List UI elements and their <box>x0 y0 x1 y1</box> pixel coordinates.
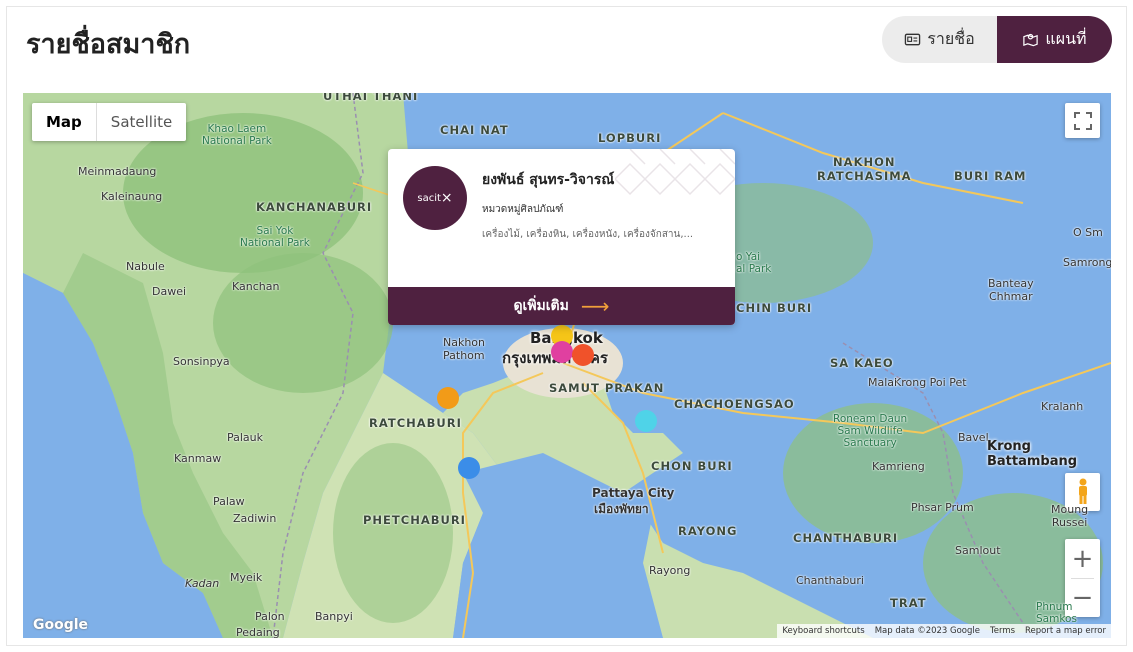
label-kaleinaung: Kaleinaung <box>101 190 163 203</box>
id-card-icon <box>905 33 921 46</box>
zoom-divider <box>1071 578 1094 579</box>
popup-pattern <box>615 149 735 196</box>
label-ratchaburi: RATCHABURI <box>369 416 462 430</box>
pegman-icon <box>1078 478 1087 504</box>
label-malai: Malai <box>868 376 898 389</box>
avatar-logo-text: sacit <box>417 192 441 204</box>
arrow-right-icon: ⟶ <box>580 294 610 318</box>
map-type-control: Map Satellite <box>32 103 187 141</box>
label-rayong-town: Rayong <box>649 564 691 577</box>
label-sa-kaeo: SA KAEO <box>830 356 894 370</box>
zoom-in-button[interactable]: + <box>1065 539 1100 578</box>
keyboard-shortcuts-link[interactable]: Keyboard shortcuts <box>782 626 864 636</box>
page-title: รายชื่อสมาชิก <box>26 29 191 60</box>
marker-pink[interactable] <box>551 341 573 363</box>
label-o-sm: O Sm <box>1073 226 1103 239</box>
marker-cyan[interactable] <box>635 410 657 432</box>
member-popup: sacit ⨯ ยงพันธ์ สุนทร-วิจารณ์ หมวดหมู่ศิล… <box>388 149 735 325</box>
label-myeik: Myeik <box>230 571 263 584</box>
map-data-text: Map data ©2023 Google <box>874 626 980 636</box>
marker-red[interactable] <box>572 344 594 366</box>
see-more-button[interactable]: ดูเพิ่มเติม ⟶ <box>388 287 735 325</box>
label-khao-laem: Khao Laem National Park <box>202 123 272 147</box>
map-type-satellite-button[interactable]: Satellite <box>97 103 186 141</box>
label-sonsinpya: Sonsinpya <box>173 355 230 368</box>
label-meinmadaung: Meinmadaung <box>78 165 157 178</box>
label-kralanh: Kralanh <box>1041 400 1084 413</box>
label-dawei: Dawei <box>152 285 187 298</box>
label-chanthaburi: CHANTHABURI <box>793 531 899 545</box>
label-zadiwin: Zadiwin <box>233 512 277 525</box>
label-pattaya-thai: เมืองพัทยา <box>594 502 649 516</box>
label-buri-ram: BURI RAM <box>954 169 1027 183</box>
map-attribution: Keyboard shortcuts Map data ©2023 Google… <box>777 624 1111 638</box>
avatar-logo-mark: ⨯ <box>440 190 453 206</box>
label-kamrieng: Kamrieng <box>872 460 925 473</box>
label-chai-nat: CHAI NAT <box>440 123 509 137</box>
member-items: เครื่องไม้, เครื่องหิน, เครื่องหนัง, เคร… <box>482 229 694 240</box>
map-icon <box>1023 33 1039 47</box>
label-nakhon-pathom: Nakhon Pathom <box>443 336 486 362</box>
map-type-map-button[interactable]: Map <box>32 103 97 141</box>
map-canvas[interactable]: Map Satellite + − UTHAI THANI CHAI NAT L… <box>23 93 1111 638</box>
see-more-label: ดูเพิ่มเติม <box>513 298 569 314</box>
label-roneam-daun-sam: Roneam Daun Sam Wildlife Sanctuary <box>833 413 908 449</box>
label-samlout: Samlout <box>955 544 1001 557</box>
label-samrong: Samrong <box>1063 256 1111 269</box>
label-moung-russei: Moung Russei <box>1051 503 1089 529</box>
map-view-label: แผนที่ <box>1045 29 1087 48</box>
label-kanchan: Kanchan <box>232 280 280 293</box>
member-name: ยงพันธ์ สุนทร-วิจารณ์ <box>482 172 615 188</box>
marker-orange[interactable] <box>437 387 459 409</box>
label-krong-poi-pet: Krong Poi Pet <box>894 376 967 389</box>
label-banteay-chhmar: Banteay Chhmar <box>988 277 1034 303</box>
label-kanmaw: Kanmaw <box>174 452 222 465</box>
google-logo: Google <box>33 617 89 633</box>
fullscreen-button[interactable] <box>1065 103 1100 138</box>
label-palauk: Palauk <box>227 431 264 444</box>
view-toggle: รายชื่อ แผนที่ <box>882 16 1112 63</box>
label-nabule: Nabule <box>126 260 165 273</box>
label-krong-battambang: Krong Battambang <box>987 439 1078 469</box>
label-kadan: Kadan <box>185 577 220 590</box>
label-palaw: Palaw <box>213 495 245 508</box>
list-view-button[interactable]: รายชื่อ <box>882 16 997 63</box>
label-rayong: RAYONG <box>678 524 738 538</box>
label-kanchanaburi: KANCHANABURI <box>256 200 373 214</box>
label-banpyi: Banpyi <box>315 610 353 623</box>
member-category: หมวดหมู่ศิลปภัณฑ์ <box>482 204 564 215</box>
label-nakhon-ratchasima: NAKHON RATCHASIMA <box>817 155 912 183</box>
label-phsar-prum: Phsar Prum <box>911 501 974 514</box>
label-bavel: Bavel <box>958 431 989 444</box>
report-error-link[interactable]: Report a map error <box>1025 626 1106 636</box>
label-pattaya: Pattaya City <box>592 486 675 500</box>
label-sai-yok: Sai Yok National Park <box>240 225 310 249</box>
label-palon: Palon <box>255 610 285 623</box>
label-phnum-samkos: Phnum Samkos <box>1036 601 1077 625</box>
terms-link[interactable]: Terms <box>990 626 1015 636</box>
label-chachoengsao: CHACHOENGSAO <box>674 397 795 411</box>
label-phetchaburi: PHETCHABURI <box>363 513 466 527</box>
label-chon-buri: CHON BURI <box>651 459 733 473</box>
label-uthai-thani: UTHAI THANI <box>323 93 419 103</box>
label-chanthaburi-town: Chanthaburi <box>796 574 864 587</box>
label-trat: TRAT <box>890 596 927 610</box>
label-prachin-buri: CHIN BURI <box>736 301 813 315</box>
member-avatar: sacit ⨯ <box>403 166 467 230</box>
label-samut-prakan: SAMUT PRAKAN <box>549 381 665 395</box>
fullscreen-icon <box>1073 111 1092 130</box>
label-o-yai: o Yai al Park <box>736 251 772 275</box>
marker-blue[interactable] <box>458 457 480 479</box>
list-view-label: รายชื่อ <box>927 29 975 48</box>
label-lopburi: LOPBURI <box>598 131 662 145</box>
label-pedaing: Pedaing <box>236 626 280 638</box>
map-view-button[interactable]: แผนที่ <box>997 16 1112 63</box>
